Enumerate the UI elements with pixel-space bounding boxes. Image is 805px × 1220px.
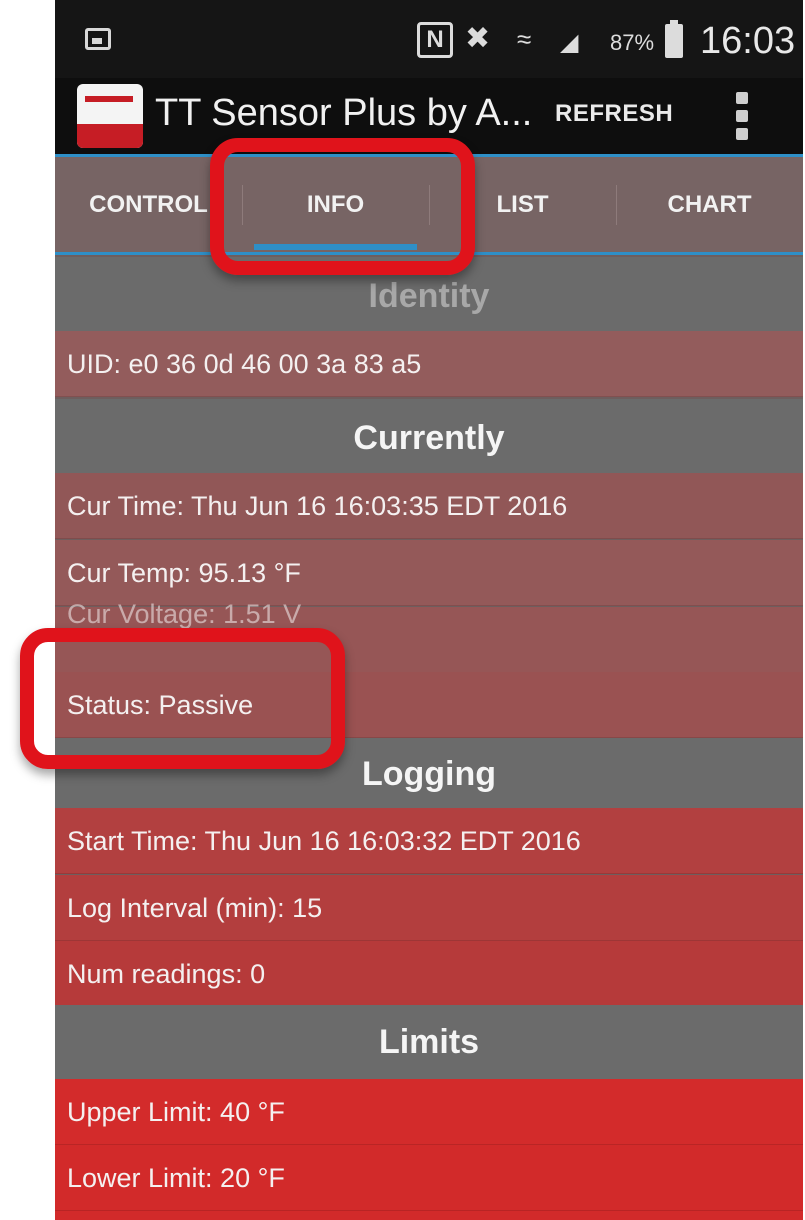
lower-limit-row: Lower Limit: 20 °F [55,1145,803,1211]
screenshot-notification-icon [85,28,111,50]
highlight-box-info-tab [210,138,475,275]
cur-voltage-text: Cur Voltage: 1.51 V [67,599,302,629]
highlight-box-status [20,628,345,769]
section-header-limits: Limits [55,1005,803,1079]
clock: 16:03 [700,20,796,62]
status-bar: N ✖ ≈ ◢ 87% 16:03 [55,0,803,78]
mute-icon: ✖ [465,22,491,55]
upper-limit-row: Upper Limit: 40 °F [55,1079,803,1145]
bottom-strip [55,1211,803,1220]
nfc-icon: N [417,22,453,58]
tab-chart[interactable]: CHART [616,157,803,252]
refresh-button[interactable]: REFRESH [555,100,673,128]
log-interval-row: Log Interval (min): 15 [55,875,803,941]
num-readings-row: Num readings: 0 [55,941,803,1007]
cur-temp-row: Cur Temp: 95.13 °F [55,540,803,606]
cur-time-row: Cur Time: Thu Jun 16 16:03:35 EDT 2016 [55,473,803,539]
uid-row: UID: e0 36 0d 46 00 3a 83 a5 [55,331,803,397]
app-title: TT Sensor Plus by A... [155,92,533,134]
signal-icon: ◢ [560,29,579,56]
app-logo [77,84,143,148]
start-time-row: Start Time: Thu Jun 16 16:03:32 EDT 2016 [55,808,803,874]
section-header-currently: Currently [55,399,803,473]
battery-icon [665,20,683,58]
battery-percent: 87% [610,30,655,55]
wifi-icon: ≈ [517,24,532,54]
more-vert-icon[interactable] [731,88,753,144]
